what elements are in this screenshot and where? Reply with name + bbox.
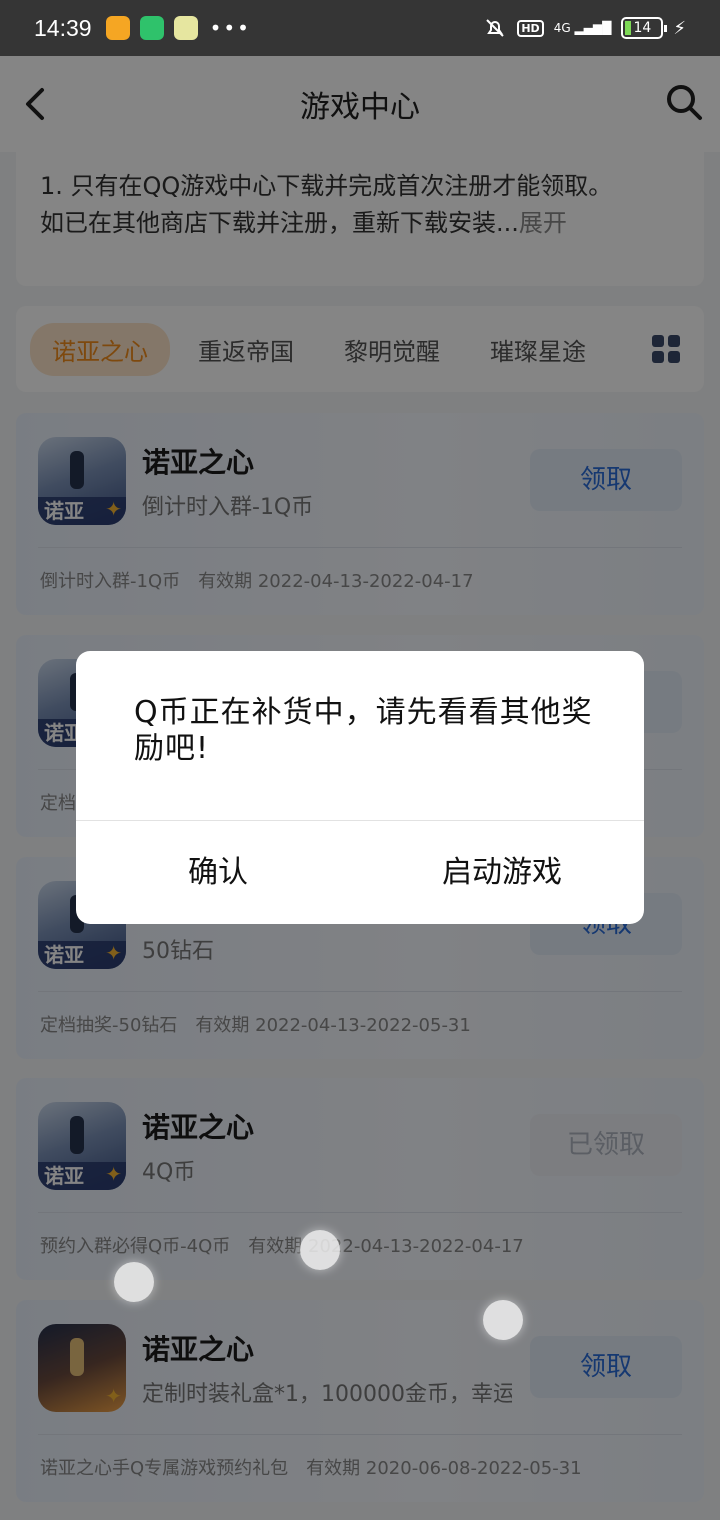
- network-type: 4G: [553, 21, 571, 35]
- status-bar: 14:39 ••• HD 4G ▂▄▆█ 14 ⚡: [0, 0, 720, 56]
- status-time: 14:39: [34, 14, 92, 41]
- notes-app-icon: [105, 16, 130, 40]
- dialog-message: Q币正在补货中，请先看看其他奖励吧!: [134, 695, 593, 766]
- launch-game-button[interactable]: 启动游戏: [360, 821, 644, 924]
- battery-icon: 14: [621, 17, 668, 39]
- touch-indicator: [483, 1300, 523, 1340]
- hd-icon: HD: [517, 19, 544, 37]
- confirm-button[interactable]: 确认: [76, 821, 360, 924]
- mute-bell-icon: [486, 19, 505, 37]
- touch-indicator: [114, 1262, 154, 1302]
- security-app-icon: [139, 16, 164, 40]
- battery-level: 14: [633, 20, 652, 36]
- charging-icon: ⚡: [673, 17, 686, 39]
- signal-icon: 4G ▂▄▆█: [553, 21, 612, 35]
- alert-dialog: Q币正在补货中，请先看看其他奖励吧! 确认 启动游戏: [76, 651, 644, 924]
- touch-indicator: [300, 1230, 340, 1270]
- status-right: HD 4G ▂▄▆█ 14 ⚡: [483, 16, 686, 40]
- more-notifications-icon: •••: [209, 16, 251, 40]
- game-app-icon: [173, 16, 198, 40]
